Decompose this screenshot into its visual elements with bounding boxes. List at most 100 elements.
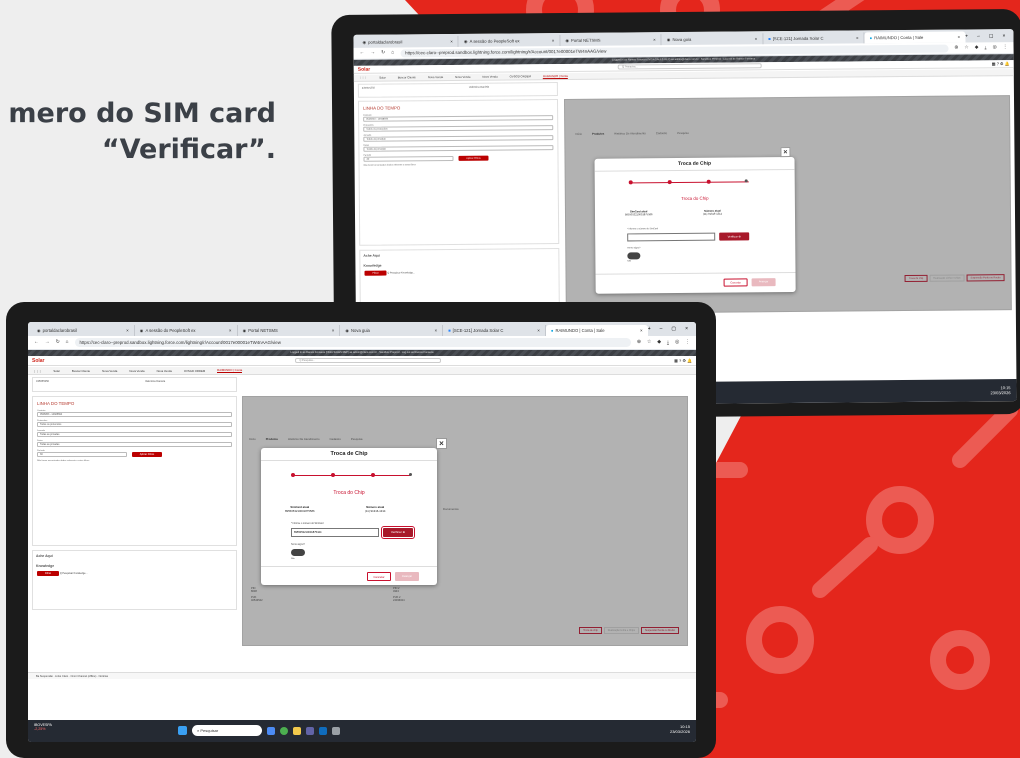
new-tab-icon[interactable]: + [648, 326, 651, 332]
close-window-icon[interactable]: × [1003, 33, 1006, 39]
knowledge-filter-button[interactable]: Filtrar [364, 270, 387, 276]
zoom-icon[interactable]: ⊕ [637, 340, 641, 345]
apply-filters-button[interactable]: Aplicar Filtros [458, 155, 489, 161]
nav-nova-venda[interactable]: Nova Venda [428, 75, 443, 79]
cancel-button[interactable]: Cancelar [723, 278, 748, 287]
forward-icon[interactable]: → [45, 340, 50, 345]
new-tab-icon[interactable]: + [965, 33, 968, 39]
browser-tab-active[interactable]: ● RAIMUNDO | Conta | Sale × [864, 31, 966, 44]
close-icon[interactable]: × [552, 38, 555, 43]
nav-ordem[interactable]: OVSGD ORDEM [184, 369, 205, 373]
close-icon[interactable]: × [450, 39, 453, 44]
journey-select[interactable]: Todas as jornadas [37, 432, 232, 437]
nav-nova-venda[interactable]: Nova Venda [482, 75, 497, 79]
close-icon[interactable]: × [640, 328, 643, 333]
nav-nova-venda[interactable]: Nova Venda [157, 369, 172, 373]
task-view-icon[interactable] [267, 726, 275, 735]
browser-tab[interactable]: ■ [SCE-121] Jornada Solar C × [443, 325, 546, 336]
global-search-input[interactable]: Q Pesquisa... [617, 63, 762, 70]
settings-icon[interactable] [332, 726, 340, 735]
nav-raimundo-conta[interactable]: RAIMUNDO | Conta [217, 368, 243, 373]
dates-select[interactable]: Todas as jornadas [363, 145, 554, 152]
download-icon[interactable]: ⤓ [667, 340, 669, 346]
advance-button[interactable]: Avançar [751, 278, 776, 287]
reload-icon[interactable]: ↻ [381, 51, 385, 56]
teams-icon[interactable] [306, 726, 314, 735]
maximize-icon[interactable]: ▢ [989, 33, 994, 39]
start-icon[interactable] [178, 726, 187, 735]
journey-select[interactable]: Todas as jornadas [363, 135, 554, 142]
close-icon[interactable]: × [126, 328, 129, 333]
close-icon[interactable]: × [332, 328, 335, 333]
term-toggle[interactable] [291, 549, 305, 556]
period-select[interactable]: 30 [37, 452, 127, 457]
close-icon[interactable]: × [229, 328, 232, 333]
nav-nova-venda[interactable]: Nova Venda [102, 369, 117, 373]
browser-tab[interactable]: ◉ Nova guia × [340, 325, 444, 336]
menu-icon[interactable]: ⋮ [685, 340, 690, 345]
nav-nova-venda[interactable]: Nova Venda [455, 75, 470, 79]
minimize-icon[interactable]: – [660, 326, 663, 332]
star-icon[interactable]: ☆ [647, 340, 651, 345]
back-icon[interactable]: ← [360, 51, 365, 56]
nav-buscar-cliente[interactable]: Buscar Cliente [398, 75, 416, 79]
protocol-select[interactable]: Todos os protocolos [37, 422, 232, 427]
reload-icon[interactable]: ↻ [56, 340, 60, 345]
close-icon[interactable]: × [957, 35, 960, 40]
browser-tab-active[interactable]: ● RAIMUNDO | Conta | Sale × [545, 325, 648, 336]
knowledge-search-input[interactable]: Q Pesquisar Knowledge... [387, 271, 415, 274]
stock-widget[interactable]: IBOVESPA -2,25% [34, 723, 52, 731]
home-icon[interactable]: ⌂ [391, 50, 394, 55]
explorer-icon[interactable] [293, 726, 301, 735]
browser-tab[interactable]: ◉ A sessão do PeopleSoft ex × [135, 325, 238, 336]
header-icons[interactable]: ▦ ? ⚙ 🔔 [674, 358, 692, 363]
browser-tab[interactable]: ◉ A sessão do PeopleSoft ex × [458, 35, 561, 47]
cancel-button[interactable]: Cancelar [367, 572, 391, 581]
url-field[interactable]: https://cec-claro--preprod.sandbox.light… [74, 338, 631, 347]
star-icon[interactable]: ☆ [964, 45, 968, 50]
zoom-icon[interactable]: ⊕ [954, 46, 958, 51]
browser-tab[interactable]: ◉ Portal NETSMS × [560, 34, 662, 47]
term-toggle[interactable] [627, 252, 641, 260]
simcard-input[interactable]: 8955053210001875444 [291, 528, 379, 537]
nav-solar[interactable]: Solar [379, 76, 386, 80]
close-icon[interactable]: × [436, 438, 447, 449]
browser-tab[interactable]: ◉ portaldaclarobrasil × [357, 35, 459, 48]
browser-tab[interactable]: ■ [SCE-121] Jornada Solar C × [763, 32, 865, 45]
close-icon[interactable]: × [780, 147, 791, 158]
chrome-icon[interactable] [280, 726, 288, 735]
utility-bar[interactable]: Ba Suspensão · Links Claro · Omni Channe… [28, 672, 696, 679]
nav-nova-venda[interactable]: Nova Venda [129, 369, 144, 373]
profile-icon[interactable]: ◎ [675, 340, 679, 345]
app-launcher-icon[interactable]: ⋮⋮⋮ [359, 76, 367, 80]
home-icon[interactable]: ⌂ [66, 340, 69, 345]
minimize-icon[interactable]: – [977, 33, 980, 39]
close-icon[interactable]: × [434, 328, 437, 333]
header-icons[interactable]: ▦ ? ⚙ 🔔 [992, 61, 1010, 66]
nav-solar[interactable]: Solar [53, 369, 60, 373]
verify-button[interactable]: Verificar ⊕ [719, 232, 750, 241]
contract-select[interactable]: 0546053 - 14928694 [363, 115, 554, 122]
taskbar-search[interactable]: ⌕ Pesquisar [192, 725, 262, 736]
close-icon[interactable]: × [856, 35, 859, 40]
protocol-select[interactable]: Todos os protocolos [363, 125, 554, 132]
knowledge-filter-button[interactable]: Filtrar [37, 571, 60, 576]
browser-tab[interactable]: ◉ Portal NETSMS × [238, 325, 341, 336]
contract-select[interactable]: 0546053 - 14928694 [37, 412, 232, 417]
browser-tab[interactable]: ◉ portaldaclarobrasil × [32, 325, 135, 336]
menu-icon[interactable]: ⋮ [1003, 45, 1008, 50]
close-icon[interactable]: × [537, 328, 540, 333]
close-icon[interactable]: × [755, 36, 758, 41]
app-launcher-icon[interactable]: ⋮⋮⋮ [33, 369, 41, 373]
period-select[interactable]: 30 [363, 155, 454, 162]
back-icon[interactable]: ← [34, 340, 39, 345]
global-search-input[interactable]: Q Pesquisa... [295, 358, 441, 363]
simcard-input[interactable] [627, 232, 716, 242]
close-window-icon[interactable]: × [685, 326, 688, 332]
profile-icon[interactable]: ◎ [993, 45, 997, 50]
nav-buscar-cliente[interactable]: Buscar Cliente [72, 369, 90, 373]
dates-select[interactable]: Todas as jornadas [37, 442, 232, 447]
download-icon[interactable]: ⤓ [984, 45, 986, 51]
close-icon[interactable]: × [653, 37, 656, 42]
apply-filters-button[interactable]: Aplicar Filtros [131, 452, 163, 457]
